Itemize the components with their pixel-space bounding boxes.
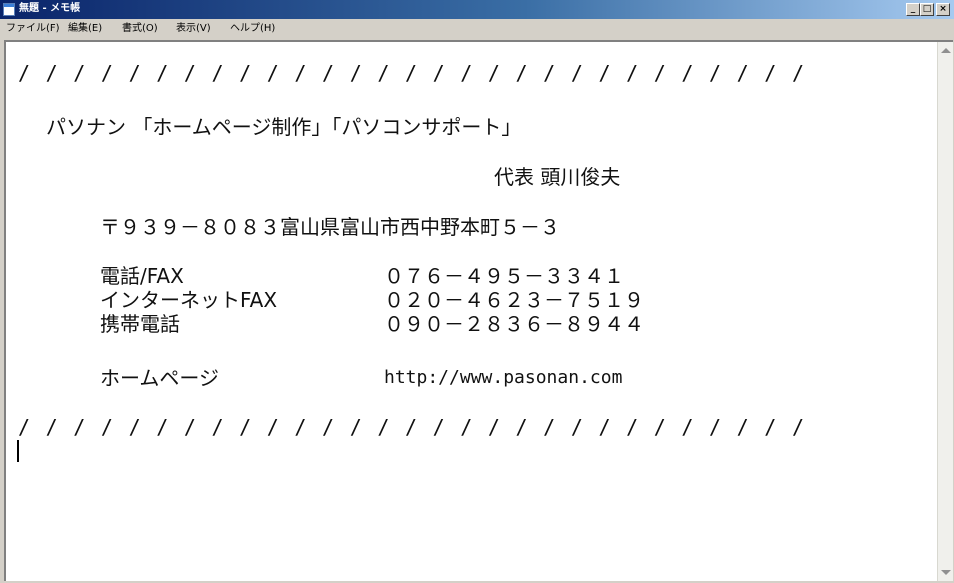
address-line: 〒９３９－８０８３富山県富山市西中野本町５－３ [100, 215, 560, 239]
window-title: 無題 - メモ帳 [19, 3, 81, 14]
menu-help[interactable]: ヘルプ(H) [230, 22, 275, 35]
heading-line: パソナン 「ホームページ制作」「パソコンサポート」 [46, 115, 522, 139]
maximize-button[interactable]: □ [920, 3, 934, 16]
menu-view[interactable]: 表示(V) [176, 22, 211, 35]
scroll-up-icon[interactable] [941, 48, 951, 53]
minimize-button[interactable]: _ [906, 3, 920, 16]
contact-value-phone-fax: ０７６－４９５－３３４１ [384, 264, 624, 288]
notepad-icon[interactable] [3, 3, 15, 16]
menu-edit[interactable]: 編集(E) [68, 22, 102, 35]
homepage-label: ホームページ [100, 366, 219, 390]
divider-line: ///////////////////////////// [18, 61, 820, 85]
representative-line: 代表 頭川俊夫 [494, 165, 621, 189]
scroll-down-icon[interactable] [941, 570, 951, 575]
text-cursor [17, 440, 19, 462]
menu-bar: ファイル(F) 編集(E) 書式(O) 表示(V) ヘルプ(H) [0, 19, 954, 38]
homepage-url: http://www.pasonan.com [384, 367, 623, 388]
menu-format[interactable]: 書式(O) [122, 22, 158, 35]
contact-label-mobile: 携帯電話 [100, 312, 180, 336]
vertical-scrollbar[interactable] [937, 42, 953, 581]
contact-label-internet-fax: インターネットFAX [100, 288, 278, 312]
contact-value-internet-fax: ０２０－４６２３－７５１９ [384, 288, 644, 312]
contact-label-phone-fax: 電話/FAX [100, 264, 184, 288]
divider-line-bottom: ///////////////////////////// [18, 415, 820, 439]
text-editor-area[interactable]: ///////////////////////////// パソナン 「ホームペ… [4, 40, 953, 581]
contact-value-mobile: ０９０－２８３６－８９４４ [384, 312, 644, 336]
close-button[interactable]: × [936, 3, 950, 16]
title-bar[interactable]: 無題 - メモ帳 _ □ × [0, 0, 954, 19]
notepad-window: 無題 - メモ帳 _ □ × ファイル(F) 編集(E) 書式(O) 表示(V)… [0, 0, 954, 583]
menu-file[interactable]: ファイル(F) [6, 22, 60, 35]
